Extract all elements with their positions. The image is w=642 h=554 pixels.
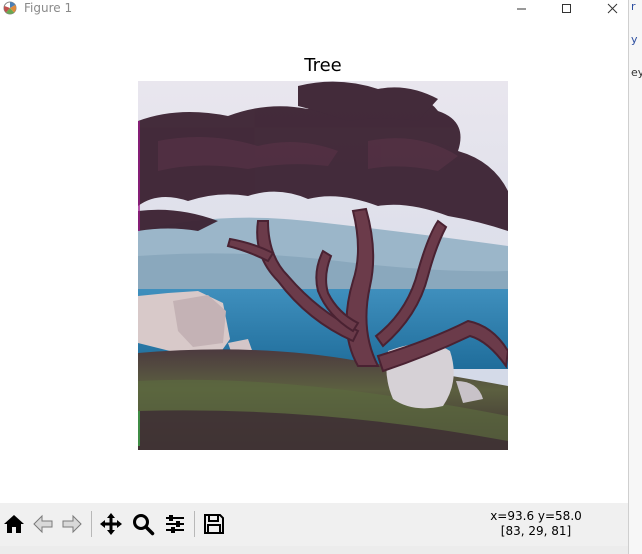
zoom-button[interactable] <box>129 509 157 539</box>
image-axes[interactable] <box>138 81 508 450</box>
save-button[interactable] <box>200 509 228 539</box>
toolbar-separator <box>194 511 195 537</box>
plot-title: Tree <box>304 55 342 76</box>
back-button[interactable] <box>29 509 57 539</box>
maximize-icon <box>561 4 571 13</box>
background-text-fragment: ey <box>631 66 642 79</box>
minimize-icon <box>516 8 526 10</box>
matplotlib-logo-icon <box>3 1 17 15</box>
pan-icon <box>100 513 122 535</box>
background-window-strip: r y ey <box>629 0 642 554</box>
save-icon <box>204 514 224 534</box>
window-bottom-edge <box>0 546 628 554</box>
figure-window: Figure 1 Tree x=93.6 y=58.0 [83, 29, 81] <box>0 0 629 554</box>
minimize-button[interactable] <box>498 0 544 17</box>
sliders-icon <box>166 515 184 533</box>
tree-photo <box>138 81 508 450</box>
maximize-button[interactable] <box>543 0 589 17</box>
back-arrow-icon <box>33 514 53 534</box>
background-text-fragment: y <box>631 33 638 46</box>
cursor-coordinates: x=93.6 y=58.0 [83, 29, 81] <box>456 509 616 539</box>
title-bar[interactable]: Figure 1 <box>0 0 628 17</box>
toolbar-separator <box>91 511 92 537</box>
configure-subplots-button[interactable] <box>161 509 189 539</box>
coords-pixel-value: [83, 29, 81] <box>500 524 572 538</box>
close-icon <box>607 3 617 14</box>
home-icon <box>4 515 24 533</box>
window-title: Figure 1 <box>24 1 73 15</box>
forward-arrow-icon <box>62 514 82 534</box>
forward-button[interactable] <box>58 509 86 539</box>
figure-canvas[interactable]: Tree <box>0 17 628 503</box>
home-button[interactable] <box>0 509 28 539</box>
pan-button[interactable] <box>97 509 125 539</box>
navigation-toolbar: x=93.6 y=58.0 [83, 29, 81] <box>0 503 628 546</box>
zoom-icon <box>133 514 155 536</box>
coords-xy: x=93.6 y=58.0 <box>490 509 582 523</box>
background-text-fragment: r <box>631 0 636 13</box>
